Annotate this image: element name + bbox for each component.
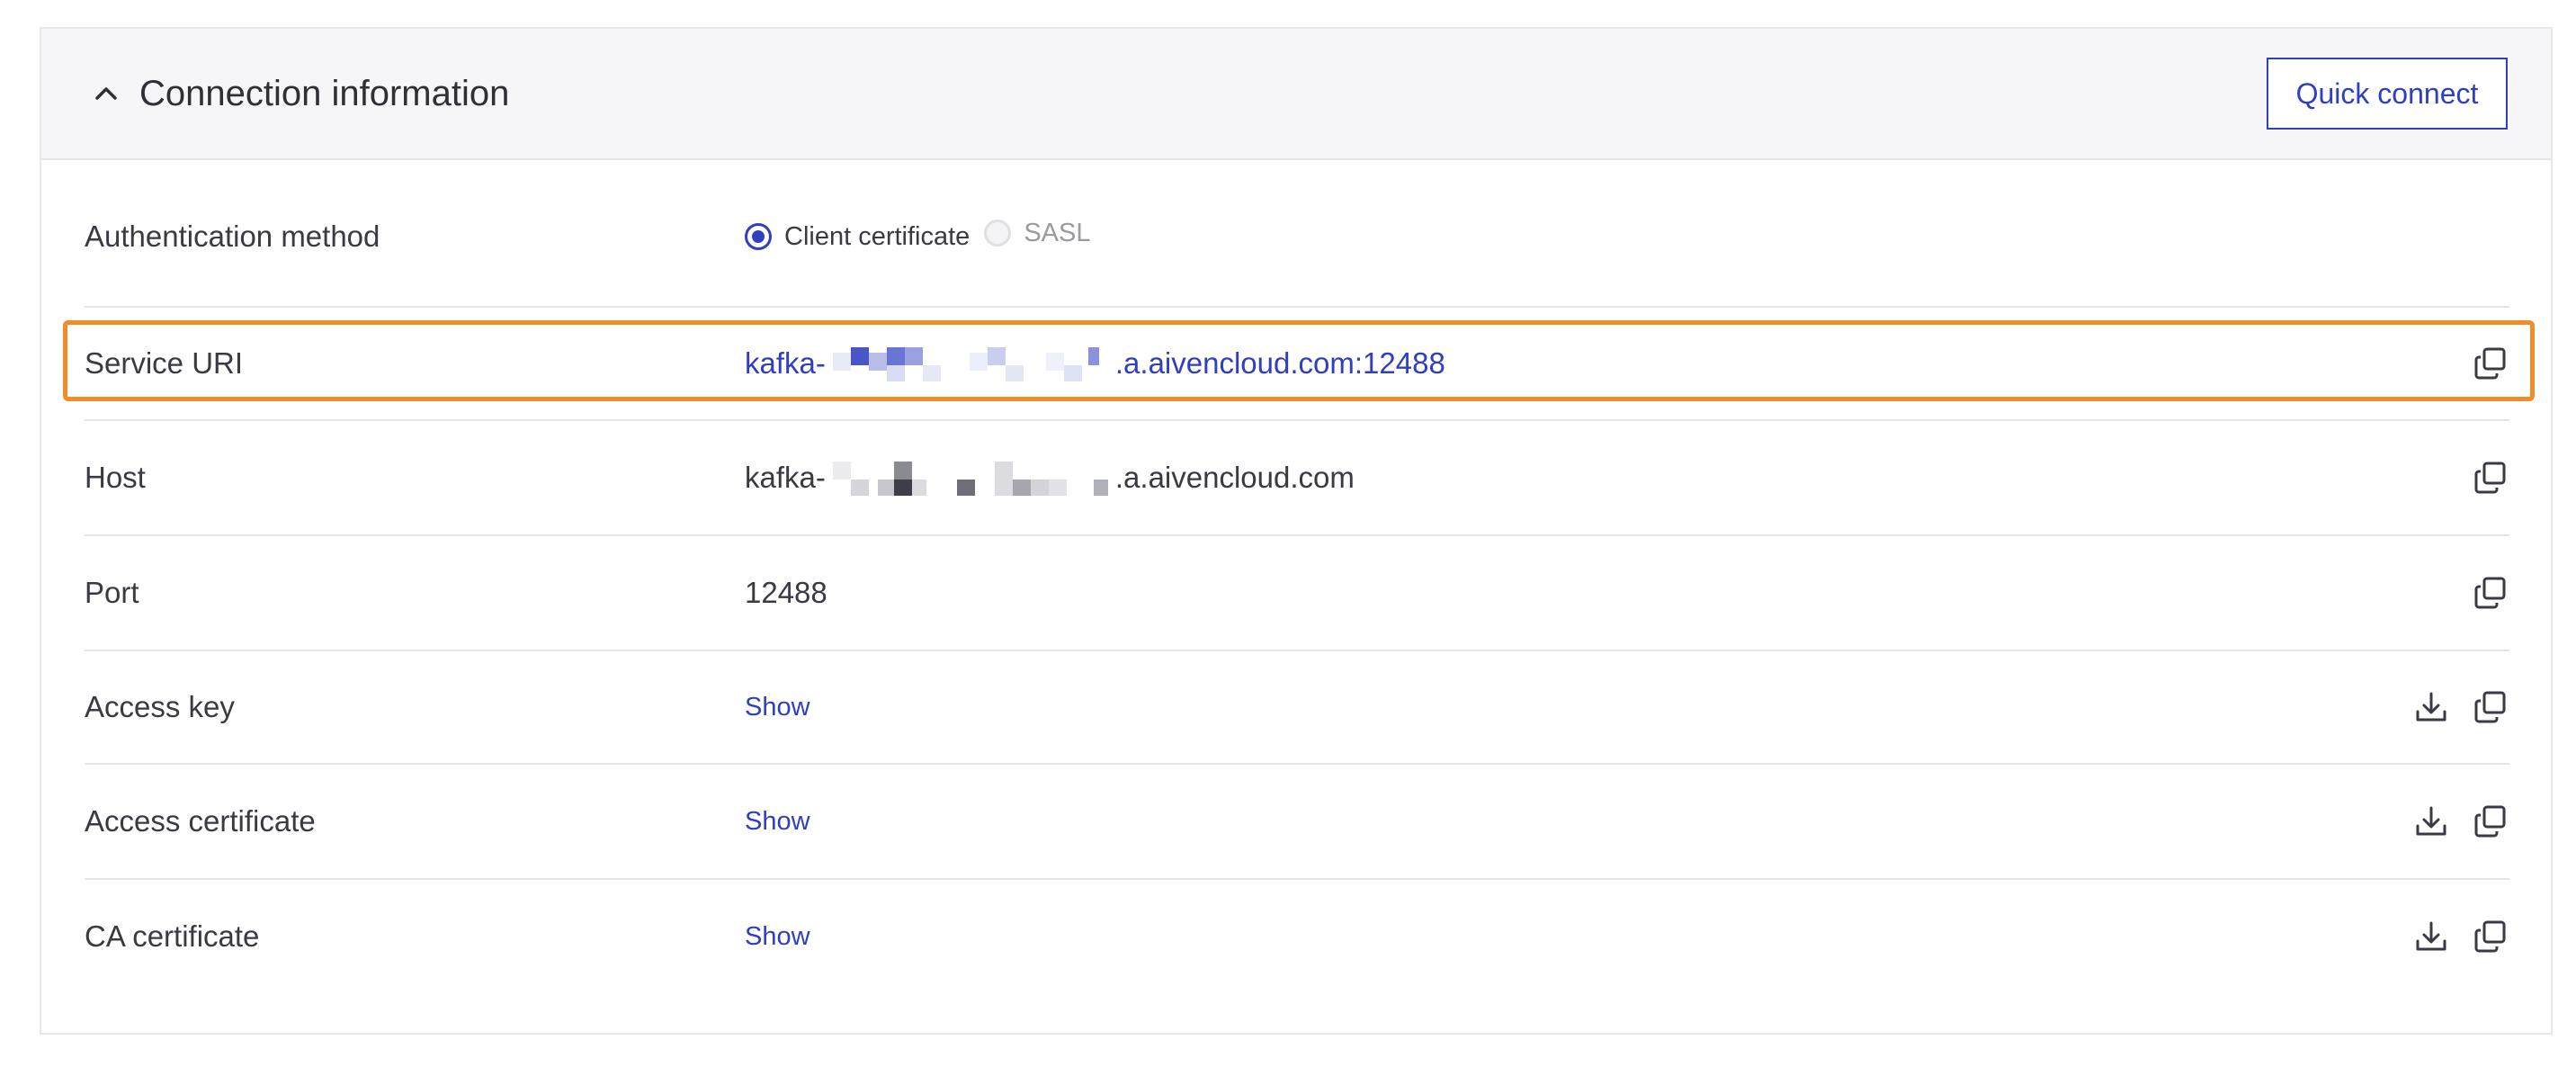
access-certificate-value: Show — [745, 765, 810, 878]
service-uri-suffix: .a.aivencloud.com:12488 — [1114, 346, 1445, 380]
ca-certificate-label: CA certificate — [85, 919, 260, 953]
quick-connect-button[interactable]: Quick connect — [2267, 58, 2508, 130]
download-icon[interactable] — [2412, 688, 2450, 726]
access-key-actions — [2412, 651, 2509, 763]
port-actions — [2472, 536, 2509, 650]
redacted-block — [826, 460, 1115, 496]
show-ca-certificate-link[interactable]: Show — [745, 922, 810, 952]
copy-icon[interactable] — [2472, 345, 2509, 382]
radio-client-certificate-label: Client certificate — [784, 221, 970, 251]
copy-icon[interactable] — [2472, 803, 2509, 840]
copy-icon[interactable] — [2472, 459, 2509, 497]
auth-radio-group: Client certificate SASL — [745, 219, 1090, 252]
ca-certificate-value: Show — [745, 880, 810, 993]
authentication-method-options: Client certificate SASL — [745, 167, 1090, 306]
copy-icon[interactable] — [2472, 688, 2509, 726]
row-service-uri: Service URI kafka- .a.aivencloud.com:124… — [85, 308, 2509, 421]
show-access-key-link[interactable]: Show — [745, 693, 810, 722]
port-value: 12488 — [745, 576, 827, 609]
show-access-certificate-link[interactable]: Show — [745, 807, 810, 837]
copy-icon[interactable] — [2472, 574, 2509, 612]
access-key-label: Access key — [85, 690, 235, 723]
service-uri-label: Service URI — [85, 346, 244, 380]
connection-information-panel: Connection information Quick connect Aut… — [40, 27, 2553, 1035]
access-certificate-label: Access certificate — [85, 804, 316, 838]
row-authentication-method: Authentication method Client certificate… — [85, 167, 2509, 308]
panel-title: Connection information — [139, 74, 510, 113]
host-suffix: .a.aivencloud.com — [1114, 461, 1355, 494]
radio-selected-indicator — [745, 223, 772, 250]
row-access-certificate: Access certificate Show — [85, 765, 2509, 880]
chevron-up-icon[interactable] — [88, 76, 124, 112]
panel-header: Connection information Quick connect — [41, 29, 2551, 160]
row-host: Host kafka- .a.aivencloud.com — [85, 421, 2509, 536]
radio-disabled-indicator — [984, 220, 1012, 247]
service-uri-value[interactable]: kafka- .a.aivencloud.com:12488 — [745, 308, 1445, 419]
service-uri-prefix: kafka- — [745, 346, 826, 380]
row-access-key: Access key Show — [85, 651, 2509, 765]
host-value: kafka- .a.aivencloud.com — [745, 421, 1355, 534]
authentication-method-label: Authentication method — [85, 220, 380, 253]
radio-sasl[interactable]: SASL — [984, 219, 1090, 248]
radio-client-certificate[interactable]: Client certificate — [745, 222, 970, 252]
host-label: Host — [85, 461, 146, 494]
ca-certificate-actions — [2412, 880, 2509, 993]
host-prefix: kafka- — [745, 461, 826, 494]
row-port: Port 12488 — [85, 536, 2509, 651]
host-actions — [2472, 421, 2509, 534]
download-icon[interactable] — [2412, 918, 2450, 955]
radio-sasl-label: SASL — [1024, 218, 1091, 247]
access-key-value: Show — [745, 651, 810, 763]
download-icon[interactable] — [2412, 803, 2450, 840]
redacted-block — [826, 345, 1115, 381]
copy-icon[interactable] — [2472, 918, 2509, 955]
row-ca-certificate: CA certificate Show — [85, 880, 2509, 993]
port-label: Port — [85, 576, 139, 609]
access-certificate-actions — [2412, 765, 2509, 878]
service-uri-actions — [2472, 308, 2509, 419]
